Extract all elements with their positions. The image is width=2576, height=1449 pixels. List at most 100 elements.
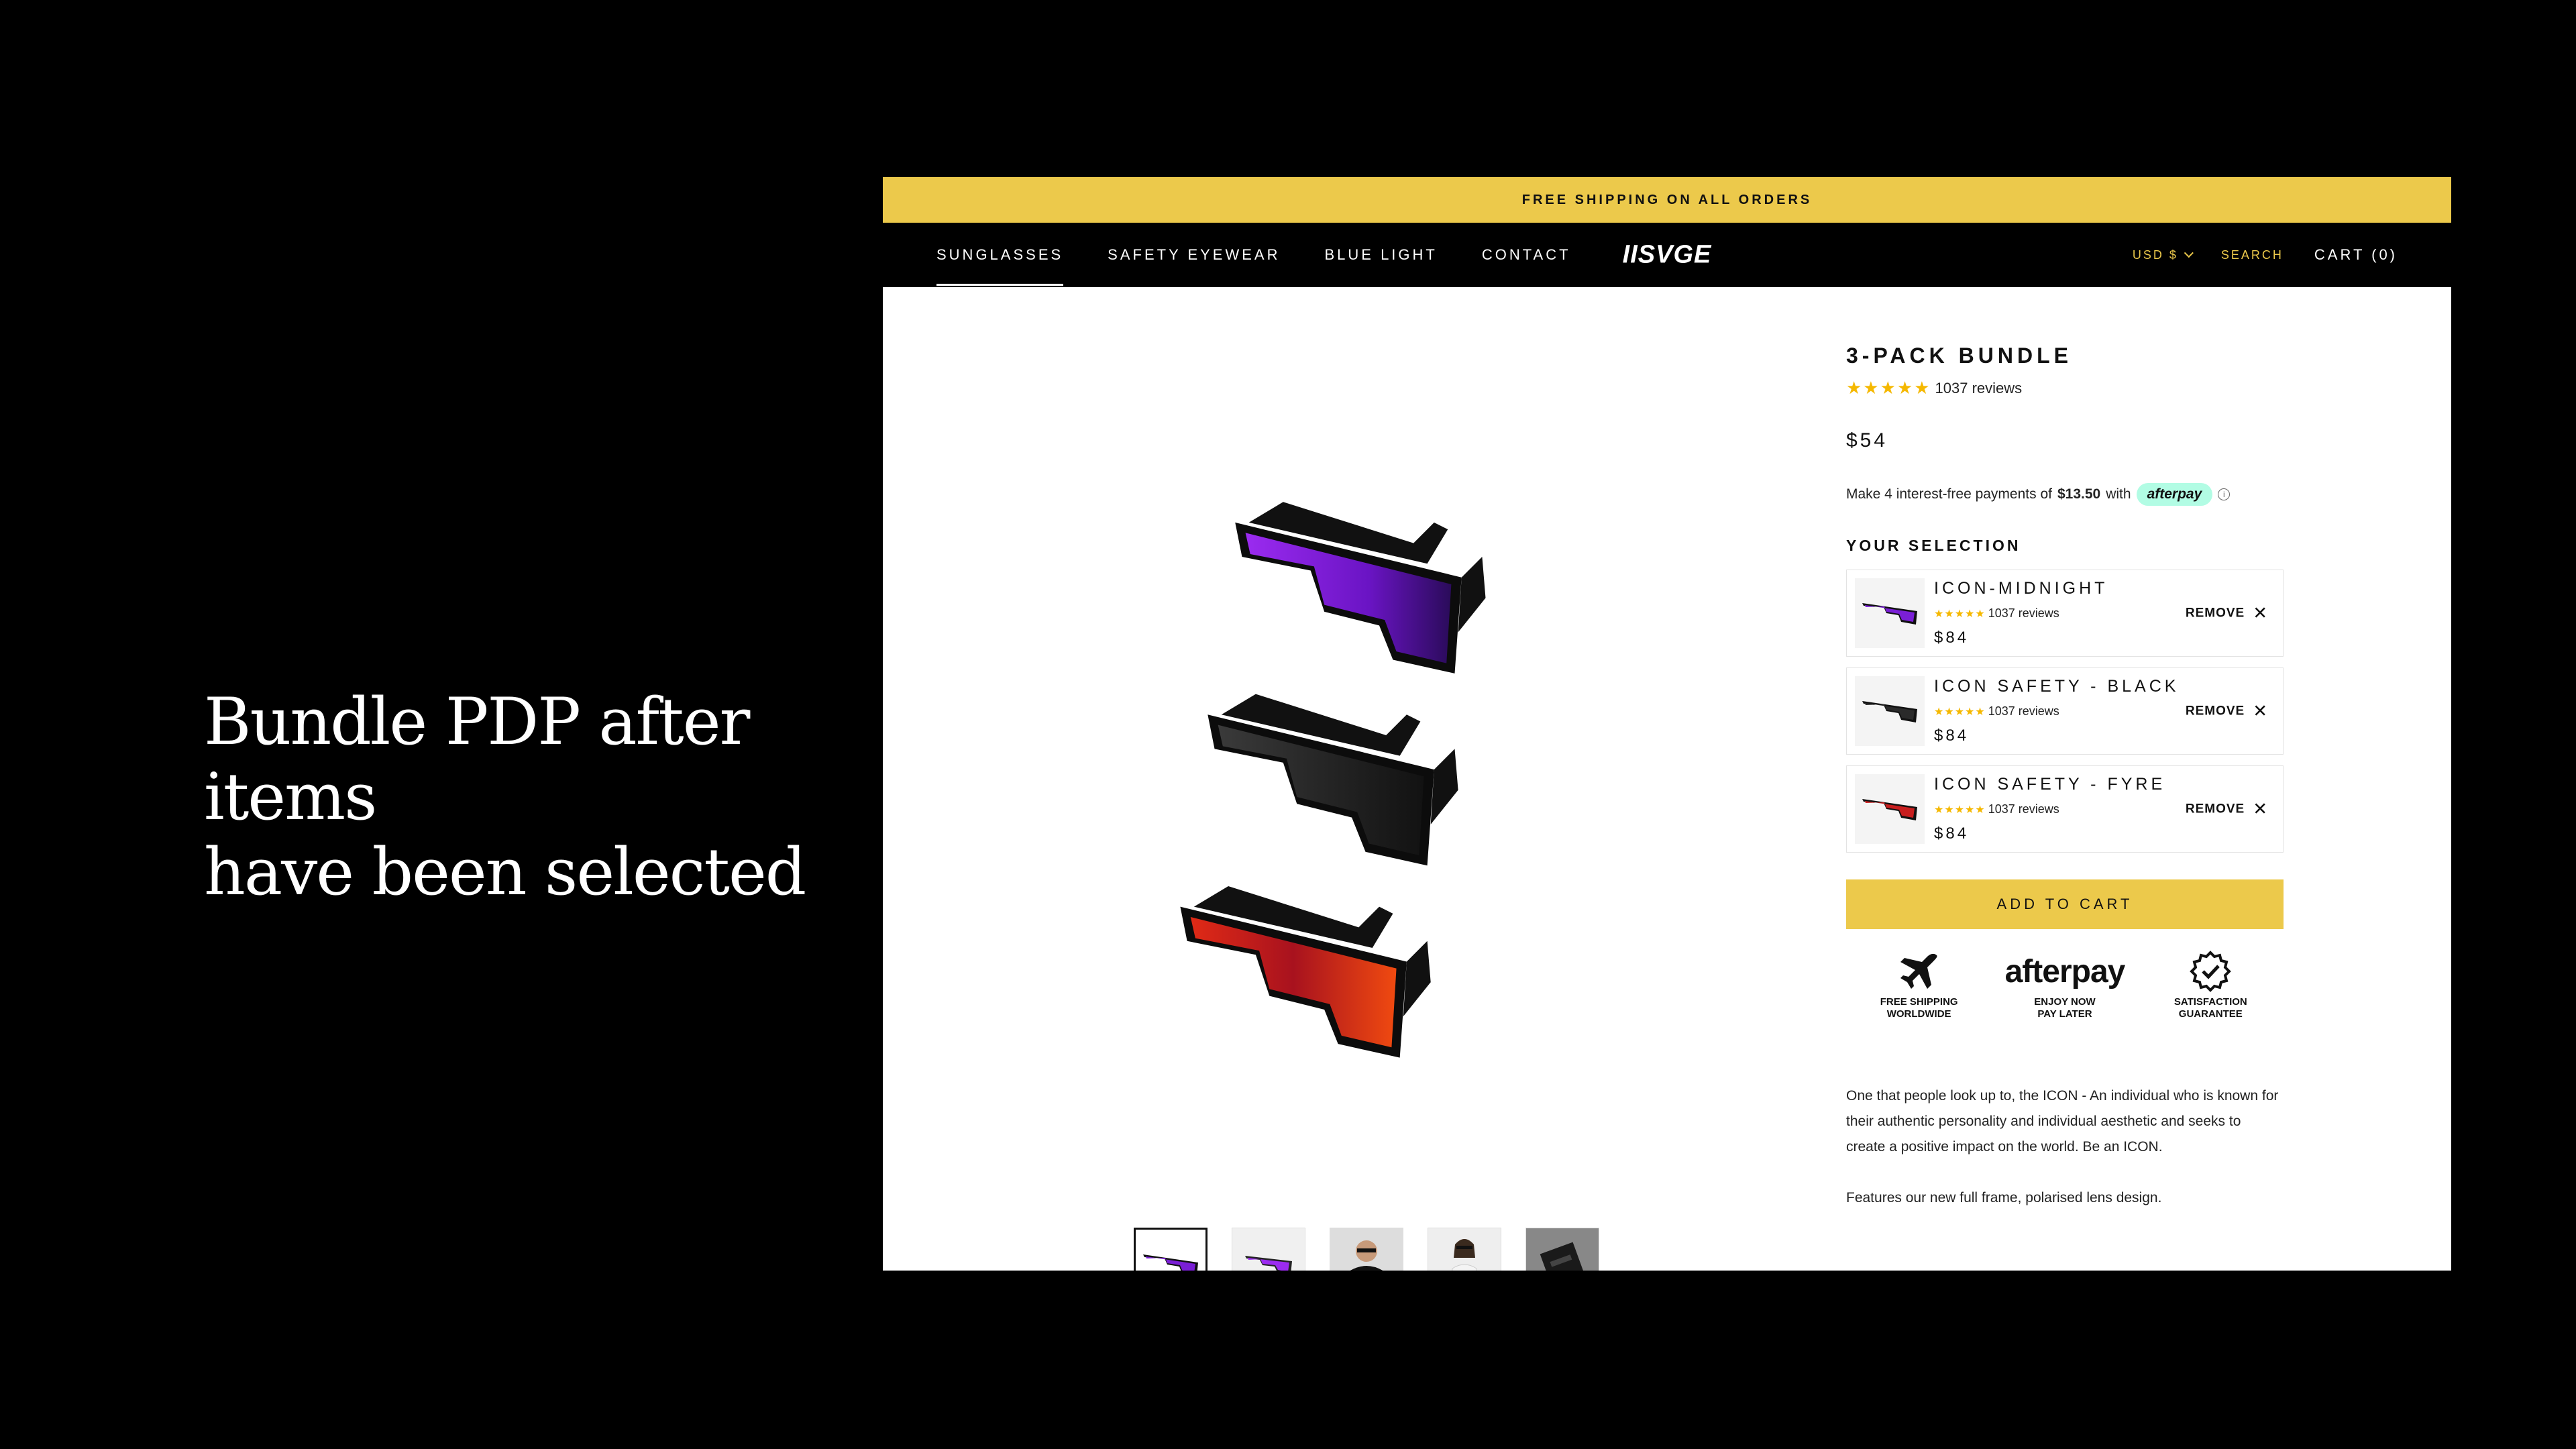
- selection-thumbnail: [1855, 774, 1925, 844]
- nav-utilities: USD $ SEARCH CART (0): [2133, 246, 2398, 264]
- product-rating[interactable]: ★★★★★ 1037 reviews: [1846, 378, 2284, 398]
- announcement-bar: FREE SHIPPING ON ALL ORDERS: [883, 177, 2451, 223]
- selection-details: ICON SAFETY - FYRE ★★★★★ 1037 reviews $8…: [1934, 775, 2165, 843]
- sunglasses-icon: [1862, 603, 1917, 625]
- selection-review-count: 1037 reviews: [1988, 704, 2059, 718]
- thumbnail-2[interactable]: [1232, 1228, 1305, 1271]
- badge-afterpay-line1: ENJOY NOW: [2034, 996, 2096, 1008]
- afterpay-amount: $13.50: [2057, 486, 2101, 502]
- product-title: 3-PACK BUNDLE: [1846, 343, 2072, 368]
- remove-button[interactable]: REMOVE ✕: [2186, 603, 2268, 624]
- hero-product-image: [1180, 502, 1486, 1058]
- product-info: 3-PACK BUNDLE ★★★★★ 1037 reviews $54 Mak…: [1846, 343, 2284, 1211]
- close-icon: ✕: [2253, 798, 2268, 819]
- currency-label: USD $: [2132, 248, 2178, 262]
- product-price: $54: [1846, 429, 1888, 451]
- selection-item: ICON SAFETY - BLACK ★★★★★ 1037 reviews $…: [1846, 667, 2284, 755]
- black-sunglasses-graphic: [1208, 694, 1458, 866]
- search-link[interactable]: SEARCH: [2221, 248, 2284, 262]
- gallery-thumbnails: [1134, 1228, 1599, 1271]
- chevron-down-icon: [2184, 248, 2194, 258]
- selection-price: $84: [1934, 727, 1970, 745]
- person-icon: [1452, 1239, 1477, 1271]
- person-icon: [1350, 1240, 1383, 1271]
- description-paragraph-2: Features our new full frame, polarised l…: [1846, 1190, 2162, 1205]
- red-sunglasses-graphic: [1180, 885, 1431, 1058]
- thumbnail-3-model[interactable]: [1330, 1228, 1403, 1271]
- selection-heading: YOUR SELECTION: [1846, 537, 2021, 554]
- currency-selector[interactable]: USD $: [2132, 248, 2194, 262]
- afterpay-wordmark: afterpay: [2004, 953, 2126, 989]
- airplane-icon: [1898, 947, 1941, 996]
- star-rating-icon: ★★★★★: [1934, 706, 1986, 718]
- selection-thumbnail: [1855, 676, 1925, 746]
- caption-line-2: have been selected: [204, 835, 806, 910]
- badge-guarantee: SATISFACTION GUARANTEE: [2160, 947, 2261, 1020]
- info-icon[interactable]: i: [2218, 488, 2231, 500]
- thumbnail-4-model[interactable]: [1428, 1228, 1501, 1271]
- selection-rating: ★★★★★ 1037 reviews: [1934, 802, 2165, 816]
- afterpay-badge[interactable]: afterpay: [2136, 483, 2213, 506]
- badge-afterpay: afterpay ENJOY NOW PAY LATER: [1988, 947, 2142, 1020]
- badge-guarantee-line2: GUARANTEE: [2178, 1008, 2243, 1020]
- selection-item: ICON-MIDNIGHT ★★★★★ 1037 reviews $84 REM…: [1846, 570, 2284, 657]
- afterpay-message: Make 4 interest-free payments of $13.50 …: [1846, 483, 2284, 506]
- selection-item: ICON SAFETY - FYRE ★★★★★ 1037 reviews $8…: [1846, 765, 2284, 853]
- case-icon: [1540, 1242, 1585, 1271]
- thumbnail-1[interactable]: [1134, 1228, 1208, 1271]
- nav-blue-light[interactable]: BLUE LIGHT: [1324, 223, 1437, 287]
- selection-price: $84: [1934, 824, 1970, 843]
- sunglasses-icon: [1862, 701, 1917, 722]
- badge-guarantee-line1: SATISFACTION: [2174, 996, 2247, 1008]
- selection-review-count: 1037 reviews: [1988, 802, 2059, 816]
- thumbnail-5-case[interactable]: [1525, 1228, 1599, 1271]
- purple-sunglasses-graphic: [1235, 502, 1486, 674]
- selection-details: ICON-MIDNIGHT ★★★★★ 1037 reviews $84: [1934, 579, 2108, 647]
- remove-label: REMOVE: [2185, 802, 2245, 816]
- selection-details: ICON SAFETY - BLACK ★★★★★ 1037 reviews $…: [1934, 677, 2179, 745]
- selection-name[interactable]: ICON-MIDNIGHT: [1934, 579, 2108, 598]
- selection-price: $84: [1934, 629, 1970, 647]
- slide-caption: Bundle PDP after items have been selecte…: [204, 684, 848, 910]
- selection-thumbnail: [1855, 578, 1925, 648]
- remove-button[interactable]: REMOVE ✕: [2186, 701, 2268, 722]
- afterpay-logo: afterpay: [2004, 947, 2126, 996]
- selection-rating: ★★★★★ 1037 reviews: [1934, 704, 2179, 718]
- nav-contact[interactable]: CONTACT: [1482, 223, 1571, 287]
- main-nav: SUNGLASSES SAFETY EYEWEAR BLUE LIGHT CON…: [883, 223, 2451, 287]
- add-to-cart-button[interactable]: ADD TO CART: [1846, 879, 2284, 929]
- star-rating-icon: ★★★★★: [1846, 378, 1931, 398]
- selection-list: ICON-MIDNIGHT ★★★★★ 1037 reviews $84 REM…: [1846, 570, 2284, 853]
- close-icon: ✕: [2253, 602, 2268, 623]
- trust-badges: FREE SHIPPING WORLDWIDE afterpay ENJOY N…: [1846, 947, 2284, 1020]
- sunglasses-thumb-icon: [1143, 1254, 1198, 1271]
- nav-safety-eyewear[interactable]: SAFETY EYEWEAR: [1108, 223, 1280, 287]
- afterpay-prefix: Make 4 interest-free payments of: [1846, 486, 2052, 502]
- remove-button[interactable]: REMOVE ✕: [2186, 799, 2268, 820]
- badge-shipping-line1: FREE SHIPPING: [1880, 996, 1958, 1008]
- badge-free-shipping: FREE SHIPPING WORLDWIDE: [1869, 947, 1970, 1020]
- description-paragraph-1: One that people look up to, the ICON - A…: [1846, 1088, 2279, 1155]
- product-description: One that people look up to, the ICON - A…: [1846, 1083, 2284, 1211]
- review-count: 1037 reviews: [1935, 379, 2023, 396]
- selection-name[interactable]: ICON SAFETY - BLACK: [1934, 677, 2179, 696]
- afterpay-suffix: with: [2106, 486, 2131, 502]
- cart-link[interactable]: CART (0): [2314, 246, 2398, 264]
- close-icon: ✕: [2253, 700, 2268, 721]
- remove-label: REMOVE: [2185, 704, 2245, 718]
- nav-links: SUNGLASSES SAFETY EYEWEAR BLUE LIGHT CON…: [936, 223, 1571, 287]
- badge-afterpay-line2: PAY LATER: [2037, 1008, 2092, 1020]
- remove-label: REMOVE: [2185, 606, 2245, 620]
- product-page: FREE SHIPPING ON ALL ORDERS SUNGLASSES S…: [883, 177, 2451, 1271]
- sunglasses-thumb-icon: [1245, 1256, 1292, 1271]
- star-rating-icon: ★★★★★: [1934, 804, 1986, 816]
- sunglasses-icon: [1862, 799, 1917, 820]
- selection-name[interactable]: ICON SAFETY - FYRE: [1934, 775, 2165, 794]
- guarantee-seal-icon: [2189, 947, 2232, 996]
- product-gallery: [883, 287, 1755, 1271]
- caption-line-1: Bundle PDP after items: [204, 684, 750, 835]
- selection-rating: ★★★★★ 1037 reviews: [1934, 606, 2108, 621]
- selection-review-count: 1037 reviews: [1988, 606, 2059, 620]
- brand-logo[interactable]: IISVGE: [1623, 241, 1712, 270]
- nav-sunglasses[interactable]: SUNGLASSES: [936, 223, 1064, 287]
